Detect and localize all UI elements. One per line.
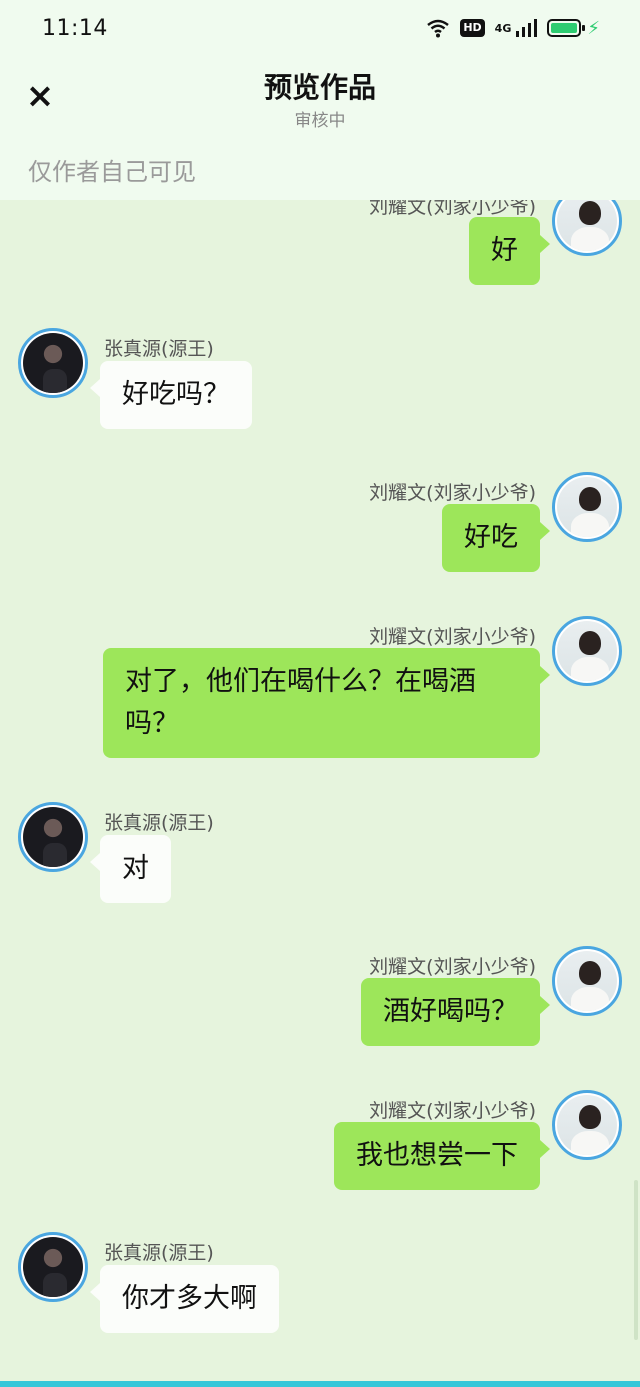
battery-icon (547, 19, 586, 37)
hd-badge: HD (460, 19, 485, 37)
signal-icon (516, 19, 538, 37)
sender-name: 张真源(源王) (104, 338, 214, 360)
network-type: 4G (494, 21, 512, 35)
sender-name: 刘耀文(刘家小少爷) (369, 626, 536, 648)
avatar[interactable] (552, 472, 622, 542)
message-bubble: 好 (469, 217, 550, 285)
message-bubble: 对了，他们在喝什么？在喝酒吗？ (103, 648, 550, 758)
charging-icon: ⚡ (587, 17, 600, 39)
review-status: 审核中 (294, 111, 346, 131)
visibility-note: 仅作者自己可见 (28, 158, 196, 186)
avatar[interactable] (552, 616, 622, 686)
status-icons: HD 4G ⚡ (426, 18, 600, 39)
sender-name: 张真源(源王) (104, 812, 214, 834)
wifi-icon (427, 19, 450, 38)
message-bubble: 酒好喝吗？ (361, 978, 550, 1046)
avatar[interactable] (18, 328, 88, 398)
avatar[interactable] (18, 802, 88, 872)
message-bubble: 对 (90, 835, 171, 903)
avatar[interactable] (18, 1232, 88, 1302)
header: × 预览作品 审核中 仅作者自己可见 (0, 56, 640, 200)
page-title: 预览作品 (263, 71, 376, 104)
message-bubble: 你才多大啊 (90, 1265, 279, 1333)
bottom-accent-bar (0, 1381, 640, 1387)
sender-name: 刘耀文(刘家小少爷) (369, 482, 536, 504)
chat-list[interactable]: 刘耀文(刘家小少爷) 好 张真源(源王) 好吃吗？ 刘耀文(刘家小少爷) 好吃 … (0, 200, 640, 1381)
message-bubble: 我也想尝一下 (334, 1122, 550, 1190)
message-bubble: 好吃 (442, 504, 550, 572)
status-time: 11:14 (42, 15, 108, 41)
status-bar: 11:14 HD 4G ⚡ (0, 0, 640, 56)
avatar[interactable] (552, 946, 622, 1016)
avatar[interactable] (552, 200, 622, 256)
message-bubble: 好吃吗？ (90, 361, 252, 429)
avatar[interactable] (552, 1090, 622, 1160)
scrollbar[interactable] (634, 1180, 638, 1340)
sender-name: 张真源(源王) (104, 1242, 214, 1264)
sender-name: 刘耀文(刘家小少爷) (369, 956, 536, 978)
sender-name: 刘耀文(刘家小少爷) (369, 1100, 536, 1122)
